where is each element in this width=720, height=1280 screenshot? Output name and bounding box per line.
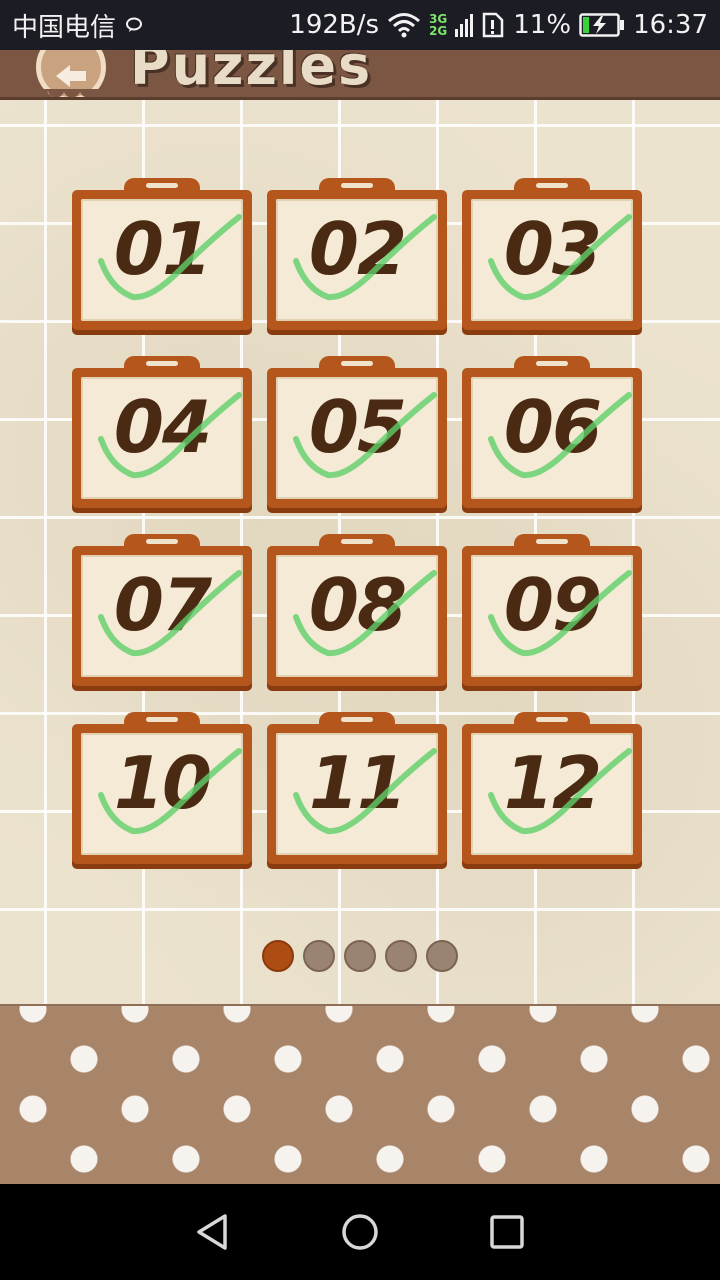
tile-frame: 02 [267, 190, 447, 330]
completed-check-icon [488, 748, 632, 835]
completed-check-icon [98, 214, 242, 301]
tile-card: 03 [471, 199, 633, 321]
network-2g-label: 2G [429, 24, 448, 38]
tile-card: 04 [81, 377, 243, 499]
puzzle-grid: 01 02 03 04 05 06 07 08 09 10 11 12 [72, 178, 642, 864]
page-dot[interactable] [262, 940, 294, 972]
completed-check-icon [98, 748, 242, 835]
tile-card: 02 [276, 199, 438, 321]
tile-card: 12 [471, 733, 633, 855]
tile-frame: 01 [72, 190, 252, 330]
battery-charging-icon [579, 13, 625, 37]
triangle-back-icon [197, 1214, 228, 1250]
completed-check-icon [488, 214, 632, 301]
tile-frame: 09 [462, 546, 642, 686]
tile-frame: 06 [462, 368, 642, 508]
tile-card: 11 [276, 733, 438, 855]
tile-card: 07 [81, 555, 243, 677]
system-nav-bar [0, 1184, 720, 1280]
puzzle-tile[interactable]: 01 [72, 178, 252, 330]
tile-card: 05 [276, 377, 438, 499]
puzzle-tile[interactable]: 08 [267, 534, 447, 686]
puzzle-tile[interactable]: 03 [462, 178, 642, 330]
nav-back-button[interactable] [183, 1202, 243, 1262]
puzzle-tile[interactable]: 06 [462, 356, 642, 508]
square-recents-icon [489, 1215, 524, 1249]
puzzle-tile[interactable]: 10 [72, 712, 252, 864]
completed-check-icon [293, 214, 437, 301]
puzzle-tile[interactable]: 09 [462, 534, 642, 686]
page-title: Puzzles [130, 50, 373, 97]
network-type: 3G 2G [429, 13, 447, 37]
nav-home-button[interactable] [330, 1202, 390, 1262]
tile-frame: 04 [72, 368, 252, 508]
back-button[interactable] [36, 50, 106, 97]
tile-frame: 05 [267, 368, 447, 508]
tile-card: 09 [471, 555, 633, 677]
clock: 16:37 [633, 10, 708, 40]
puzzle-tile[interactable]: 11 [267, 712, 447, 864]
page-dot[interactable] [385, 940, 417, 972]
nav-recents-button[interactable] [477, 1202, 537, 1262]
tile-frame: 12 [462, 724, 642, 864]
status-bar: 中国电信 192B/s 3G 2G 11% 16:37 [0, 0, 720, 50]
completed-check-icon [293, 748, 437, 835]
puzzle-tile[interactable]: 07 [72, 534, 252, 686]
tile-card: 08 [276, 555, 438, 677]
completed-check-icon [98, 570, 242, 657]
puzzle-tile[interactable]: 02 [267, 178, 447, 330]
puzzle-tile[interactable]: 05 [267, 356, 447, 508]
completed-check-icon [488, 392, 632, 479]
wifi-icon [387, 12, 421, 38]
completed-check-icon [293, 392, 437, 479]
page-indicator [0, 940, 720, 972]
sim-alert-icon [481, 12, 505, 38]
tile-card: 06 [471, 377, 633, 499]
signal-icon [455, 13, 474, 37]
notification-icon [124, 15, 144, 35]
completed-check-icon [293, 570, 437, 657]
puzzle-tile[interactable]: 04 [72, 356, 252, 508]
tile-card: 01 [81, 199, 243, 321]
back-arrow-icon [56, 65, 86, 87]
tile-frame: 07 [72, 546, 252, 686]
polka-dot-footer [0, 1004, 720, 1184]
tile-frame: 03 [462, 190, 642, 330]
battery-percent: 11% [513, 10, 572, 40]
tile-card: 10 [81, 733, 243, 855]
completed-check-icon [98, 392, 242, 479]
puzzle-board: 01 02 03 04 05 06 07 08 09 10 11 12 [0, 100, 720, 1004]
completed-check-icon [488, 570, 632, 657]
page-dot[interactable] [426, 940, 458, 972]
tile-frame: 10 [72, 724, 252, 864]
app-header: Puzzles [0, 50, 720, 100]
puzzle-tile[interactable]: 12 [462, 712, 642, 864]
tile-frame: 08 [267, 546, 447, 686]
page-dot[interactable] [344, 940, 376, 972]
carrier-name: 中国电信 [12, 12, 117, 43]
circle-home-icon [342, 1214, 378, 1250]
page-dot[interactable] [303, 940, 335, 972]
tile-frame: 11 [267, 724, 447, 864]
network-speed: 192B/s [289, 10, 380, 40]
